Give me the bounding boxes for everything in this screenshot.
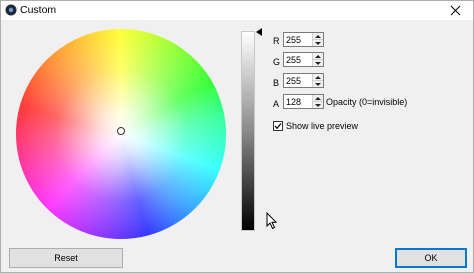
title-bar: Custom — [1, 1, 473, 20]
channel-g-label: G — [273, 57, 281, 67]
channel-b-spinbox[interactable] — [283, 73, 324, 88]
channel-a-decrement[interactable] — [313, 101, 323, 108]
channel-b-decrement[interactable] — [313, 80, 323, 87]
channel-b-input[interactable] — [284, 74, 312, 87]
custom-color-dialog: Custom R G B A — [0, 0, 474, 273]
reset-button[interactable]: Reset — [9, 248, 123, 268]
channel-r-spinbox[interactable] — [283, 32, 324, 47]
color-picker-app-icon — [5, 4, 17, 16]
channel-g-spinbox[interactable] — [283, 52, 324, 67]
channel-a-input[interactable] — [284, 95, 312, 108]
channel-g-input[interactable] — [284, 53, 312, 66]
channel-g-decrement[interactable] — [313, 59, 323, 66]
ok-button[interactable]: OK — [395, 248, 467, 268]
window-title: Custom — [20, 4, 57, 16]
luminance-slider[interactable] — [241, 31, 255, 231]
close-icon — [450, 5, 460, 16]
live-preview-label: Show live preview — [286, 121, 359, 131]
color-wheel[interactable] — [16, 29, 226, 239]
channel-a-label: A — [273, 99, 280, 109]
mouse-pointer-icon — [266, 212, 278, 230]
checkmark-icon — [274, 123, 282, 130]
channel-r-decrement[interactable] — [313, 39, 323, 46]
live-preview-checkbox[interactable] — [273, 121, 283, 131]
close-button[interactable] — [437, 1, 473, 20]
channel-r-label: R — [273, 36, 280, 46]
channel-b-label: B — [273, 78, 280, 88]
color-picker-handle[interactable] — [117, 127, 125, 135]
live-preview-option[interactable]: Show live preview — [273, 121, 358, 131]
opacity-hint: Opacity (0=invisible) — [326, 97, 408, 107]
channel-a-spinbox[interactable] — [283, 94, 324, 109]
channel-r-input[interactable] — [284, 33, 312, 46]
luminance-slider-handle[interactable] — [256, 28, 262, 36]
